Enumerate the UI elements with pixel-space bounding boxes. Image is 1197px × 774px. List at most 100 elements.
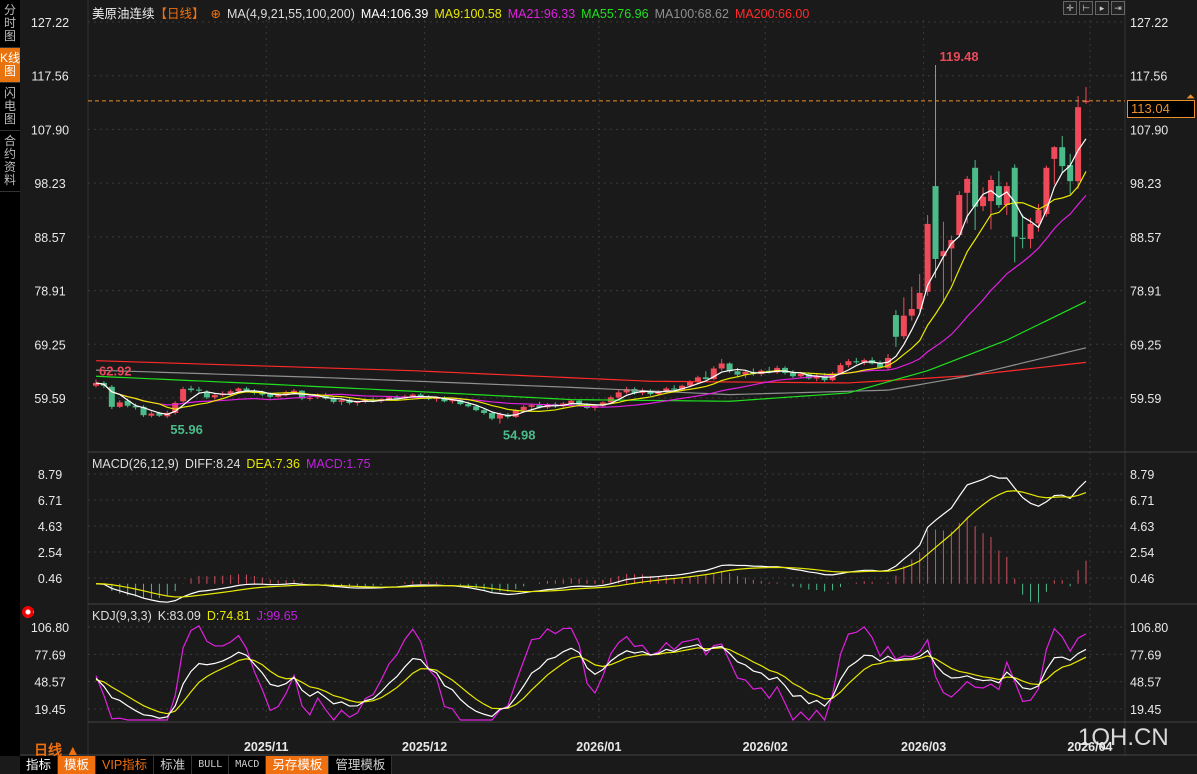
macd-axis-label: 2.54 xyxy=(1130,546,1154,560)
ma4-line xyxy=(95,138,1087,417)
tab-bull[interactable]: BULL xyxy=(192,756,230,774)
tab-macd[interactable]: MACD xyxy=(229,756,267,774)
candle-body xyxy=(489,412,495,419)
macd-left-axis-label: 8.79 xyxy=(38,468,62,482)
kdj-axis-label: 19.45 xyxy=(1130,703,1161,717)
candle-body xyxy=(671,388,678,390)
zoom-in-icon[interactable]: ⊢ xyxy=(1079,1,1093,15)
price-axis-label: 117.56 xyxy=(1130,70,1167,84)
candle-body xyxy=(409,394,416,397)
price-axis-label: 59.59 xyxy=(1130,392,1161,406)
kdj-j: J:99.65 xyxy=(256,609,298,623)
ma55-value: MA55:76.96 xyxy=(581,7,649,21)
kdj-left-axis-label: 48.57 xyxy=(34,676,65,690)
ma9-value: MA9:100.58 xyxy=(434,7,502,21)
candle-body xyxy=(956,195,963,236)
chart-header: 美原油连续【日线】 ⊕ MA(4,9,21,55,100,200) MA4:106.3… xyxy=(92,3,815,22)
kdj-axis-label: 106.80 xyxy=(1130,621,1168,635)
indicator-target-icon[interactable] xyxy=(22,606,34,618)
manage-templates-button[interactable]: 管理模板 xyxy=(329,756,393,774)
ma100-value: MA100:68.62 xyxy=(654,7,729,21)
candle-body xyxy=(892,315,899,337)
price-axis-label: 98.23 xyxy=(1130,177,1161,191)
candle-body xyxy=(845,361,852,366)
price-annotation: 54.98 xyxy=(503,428,536,443)
kdj-left-axis-label: 106.80 xyxy=(31,621,69,635)
price-axis-label: 78.91 xyxy=(1130,285,1161,299)
price-left-axis-label: 107.90 xyxy=(31,123,69,137)
bottom-toolbar: 指标 模板 VIP指标 标准 BULL MACD 另存模板 管理模板 xyxy=(20,756,393,774)
candle-body xyxy=(481,410,488,413)
candle-body xyxy=(1051,147,1058,159)
kdj-d: D:74.81 xyxy=(206,609,251,623)
macd-name: MACD(26,12,9) xyxy=(92,457,179,471)
candle-body xyxy=(964,178,971,193)
candle-body xyxy=(473,406,480,411)
candle-body xyxy=(1075,107,1082,182)
tab-indicators[interactable]: 指标 xyxy=(20,756,59,774)
candle-body xyxy=(900,315,907,337)
date-label: 2026/02 xyxy=(743,740,788,754)
macd-dea: DEA:7.36 xyxy=(246,457,300,471)
candle-body xyxy=(932,186,939,259)
price-left-axis-label: 88.57 xyxy=(34,231,65,245)
price-axis-label: 127.22 xyxy=(1130,16,1168,30)
instrument-name: 美原油连续 xyxy=(92,7,155,21)
macd-axis-label: 8.79 xyxy=(1130,468,1154,482)
candle-body xyxy=(180,389,187,402)
move-right-icon[interactable]: ⇥ xyxy=(1111,1,1125,15)
macd-left-axis-label: 0.46 xyxy=(38,572,62,586)
tab-vip-indicators[interactable]: VIP指标 xyxy=(96,756,155,774)
candle-body xyxy=(188,388,195,391)
candle-body xyxy=(1019,237,1026,239)
date-label: 2025/12 xyxy=(402,740,447,754)
current-price-label: 113.04 xyxy=(1127,100,1195,118)
price-left-axis-label: 78.91 xyxy=(34,285,65,299)
tab-standard[interactable]: 标准 xyxy=(154,756,193,774)
price-annotation: 62.92 xyxy=(99,363,132,378)
kdj-k: K:83.09 xyxy=(157,609,201,623)
save-template-button[interactable]: 另存模板 xyxy=(266,756,330,774)
date-label: 2026/01 xyxy=(576,740,621,754)
kdj-j-line xyxy=(95,624,1087,722)
macd-axis-label: 6.71 xyxy=(1130,494,1154,508)
candle-body xyxy=(116,402,123,407)
macd-diff: DIFF:8.24 xyxy=(184,457,241,471)
candle-body xyxy=(520,406,527,411)
candle-body xyxy=(1043,167,1050,214)
price-annotation: 55.96 xyxy=(170,422,203,437)
ma55-line xyxy=(95,300,1087,402)
macd-header: MACD(26,12,9) DIFF:8.24 DEA:7.36 MACD:1.75 xyxy=(92,457,377,471)
macd-left-axis-label: 2.54 xyxy=(38,546,62,560)
candle-body xyxy=(789,372,796,377)
chart-toolbar: ✛ ⊢ ▸ ⇥ xyxy=(1063,1,1125,15)
settings-icon[interactable]: ⊕ xyxy=(211,7,221,21)
zoom-out-icon[interactable]: ▸ xyxy=(1095,1,1109,15)
kdj-axis-label: 48.57 xyxy=(1130,676,1161,690)
kdj-left-axis-label: 77.69 xyxy=(34,648,65,662)
candle-body xyxy=(853,361,860,363)
price-left-axis-label: 59.59 xyxy=(34,392,65,406)
tab-templates[interactable]: 模板 xyxy=(58,756,97,774)
candle-body xyxy=(734,371,741,375)
ma100-line xyxy=(95,347,1087,396)
candle-body xyxy=(338,400,345,402)
period-label: 【日线】 xyxy=(154,7,205,21)
candle-body xyxy=(211,395,218,398)
candle-body xyxy=(235,388,242,392)
date-label: 2026/03 xyxy=(901,740,946,754)
kdj-left-axis-label: 19.45 xyxy=(34,703,65,717)
candle-body xyxy=(148,413,155,416)
chart-canvas[interactable]: 127.22 127.22 117.56 117.56 107.90 107.90 98.2… xyxy=(0,0,1197,774)
ma200-line xyxy=(95,360,1087,384)
ma4-value: MA4:106.39 xyxy=(360,7,429,21)
crosshair-icon[interactable]: ✛ xyxy=(1063,1,1077,15)
macd-value: MACD:1.75 xyxy=(305,457,371,471)
kdj-header: KDJ(9,3,3) K:83.09 D:74.81 J:99.65 xyxy=(92,609,304,623)
candle-body xyxy=(702,377,709,380)
price-left-axis-label: 69.25 xyxy=(34,338,65,352)
price-axis-label: 69.25 xyxy=(1130,338,1161,352)
macd-left-axis-label: 6.71 xyxy=(38,494,62,508)
price-axis-label: 107.90 xyxy=(1130,123,1168,137)
macd-diff-line xyxy=(95,474,1087,603)
